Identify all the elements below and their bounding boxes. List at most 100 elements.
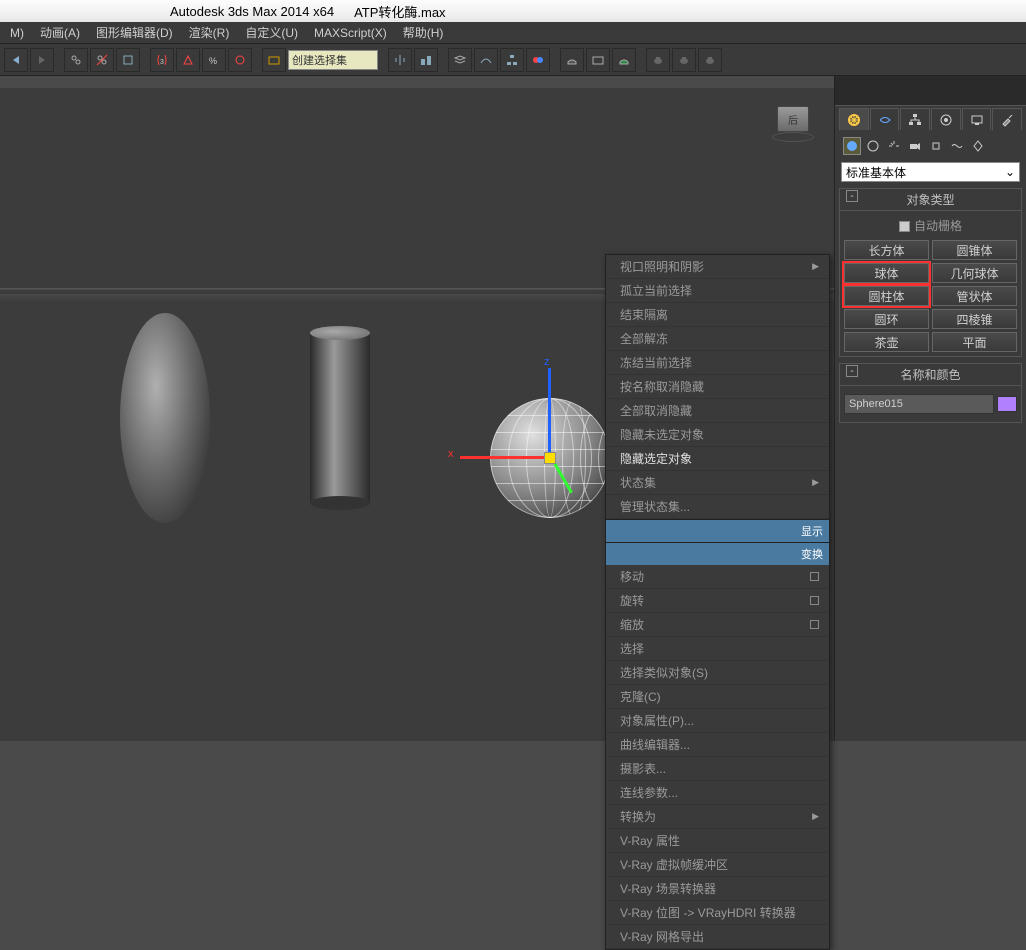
context-menu-item[interactable]: 选择 (606, 637, 829, 661)
context-menu-item[interactable]: 按名称取消隐藏 (606, 375, 829, 399)
primitive-button[interactable]: 平面 (932, 332, 1017, 352)
context-menu-item[interactable]: 视口照明和阴影▶ (606, 255, 829, 279)
context-menu-item[interactable]: 孤立当前选择 (606, 279, 829, 303)
render-setup-button[interactable] (560, 48, 584, 72)
context-menu-item[interactable]: V-Ray 场景转换器 (606, 877, 829, 901)
context-menu-item[interactable]: V-Ray 虚拟帧缓冲区 (606, 853, 829, 877)
context-menu-item[interactable]: 克隆(C) (606, 685, 829, 709)
menu-item[interactable]: M) (2, 26, 32, 40)
redo-button[interactable] (30, 48, 54, 72)
viewcube[interactable]: 后 (770, 100, 816, 146)
category-dropdown[interactable]: 标准基本体⌄ (841, 162, 1020, 182)
rollout-title[interactable]: - 名称和颜色 (840, 364, 1021, 386)
menu-item[interactable]: 自定义(U) (237, 24, 306, 41)
helpers-icon[interactable] (927, 137, 945, 155)
render-button[interactable] (612, 48, 636, 72)
primitive-button[interactable]: 管状体 (932, 286, 1017, 306)
primitive-button[interactable]: 几何球体 (932, 263, 1017, 283)
context-menu-item[interactable]: 曲线编辑器... (606, 733, 829, 757)
systems-icon[interactable] (969, 137, 987, 155)
autogrid-checkbox[interactable]: 自动栅格 (844, 215, 1017, 240)
cylinder-object[interactable] (310, 333, 370, 503)
spacewarps-icon[interactable] (948, 137, 966, 155)
context-menu-item[interactable]: 移动 (606, 565, 829, 589)
primitive-button[interactable]: 圆柱体 (844, 286, 929, 306)
spinner-snap-button[interactable] (228, 48, 252, 72)
curve-editor-button[interactable] (474, 48, 498, 72)
viewport[interactable]: 后 z x 视口照明和阴影▶孤立当前选择结束隔离全部解冻冻结当前选择按名称取消隐… (0, 88, 834, 741)
context-menu-item[interactable]: 全部取消隐藏 (606, 399, 829, 423)
context-menu-item[interactable]: 摄影表... (606, 757, 829, 781)
primitive-button[interactable]: 茶壶 (844, 332, 929, 352)
color-swatch[interactable] (997, 396, 1017, 412)
geometry-icon[interactable] (843, 137, 861, 155)
display-tab[interactable] (962, 108, 992, 130)
schematic-button[interactable] (500, 48, 524, 72)
menu-item[interactable]: MAXScript(X) (306, 26, 395, 40)
selection-set-combo[interactable]: 创建选择集 (288, 50, 378, 70)
context-menu-item[interactable]: 选择类似对象(S) (606, 661, 829, 685)
angle-snap-button[interactable] (176, 48, 200, 72)
command-panel: 标准基本体⌄ - 对象类型 自动栅格 长方体圆锥体球体几何球体圆柱体管状体圆环四… (834, 76, 1026, 741)
submenu-arrow-icon: ▶ (812, 261, 819, 272)
render-frame-button[interactable] (586, 48, 610, 72)
submenu-arrow-icon: ▶ (812, 477, 819, 488)
object-name-field[interactable]: Sphere015 (844, 394, 994, 414)
align-button[interactable] (414, 48, 438, 72)
context-menu-item[interactable]: 状态集▶ (606, 471, 829, 495)
modify-tab[interactable] (870, 108, 900, 130)
collapse-icon[interactable]: - (846, 365, 858, 377)
context-menu-item[interactable]: 隐藏未选定对象 (606, 423, 829, 447)
menu-item[interactable]: 帮助(H) (395, 24, 452, 41)
context-menu-item[interactable]: 全部解冻 (606, 327, 829, 351)
cameras-icon[interactable] (906, 137, 924, 155)
primitive-button[interactable]: 圆环 (844, 309, 929, 329)
context-menu-item[interactable]: 隐藏选定对象 (606, 447, 829, 471)
primitive-button[interactable]: 圆锥体 (932, 240, 1017, 260)
create-tab[interactable] (839, 108, 869, 130)
context-menu-header: 显示 (606, 519, 829, 542)
context-menu-item[interactable]: V-Ray 属性 (606, 829, 829, 853)
mirror-button[interactable] (388, 48, 412, 72)
menu-item[interactable]: 渲染(R) (181, 24, 238, 41)
percent-snap-button[interactable]: % (202, 48, 226, 72)
snap-button[interactable]: 3 (150, 48, 174, 72)
context-menu-item[interactable]: 冻结当前选择 (606, 351, 829, 375)
primitive-button[interactable]: 四棱锥 (932, 309, 1017, 329)
context-menu-item[interactable]: V-Ray 网格导出 (606, 925, 829, 949)
motion-tab[interactable] (931, 108, 961, 130)
hierarchy-tab[interactable] (900, 108, 930, 130)
context-menu-item[interactable]: 对象属性(P)... (606, 709, 829, 733)
bind-button[interactable] (116, 48, 140, 72)
context-menu-item[interactable]: V-Ray 位图 -> VRayHDRI 转换器 (606, 901, 829, 925)
menu-item[interactable]: 动画(A) (32, 24, 88, 41)
rollout-title[interactable]: - 对象类型 (840, 189, 1021, 211)
context-menu-item[interactable]: 旋转 (606, 589, 829, 613)
primitive-button[interactable]: 球体 (844, 263, 929, 283)
teapot-c-button[interactable] (698, 48, 722, 72)
viewcube-face[interactable]: 后 (777, 106, 809, 132)
teapot-b-button[interactable] (672, 48, 696, 72)
viewcube-ring[interactable] (772, 132, 814, 142)
teapot-a-button[interactable] (646, 48, 670, 72)
context-menu-item[interactable]: 缩放 (606, 613, 829, 637)
collapse-icon[interactable]: - (846, 190, 858, 202)
context-menu-item[interactable]: 管理状态集... (606, 495, 829, 519)
context-menu-item[interactable]: 转换为▶ (606, 805, 829, 829)
shapes-icon[interactable] (864, 137, 882, 155)
undo-button[interactable] (4, 48, 28, 72)
ellipsoid-object[interactable] (120, 313, 210, 523)
layer-button[interactable] (448, 48, 472, 72)
link-button[interactable] (64, 48, 88, 72)
sphere-object[interactable] (490, 398, 610, 518)
named-sets-button[interactable] (262, 48, 286, 72)
context-menu-item[interactable]: 结束隔离 (606, 303, 829, 327)
utilities-tab[interactable] (992, 108, 1022, 130)
main-toolbar: 3 % 创建选择集 (0, 44, 1026, 76)
material-button[interactable] (526, 48, 550, 72)
menu-item[interactable]: 图形编辑器(D) (88, 24, 181, 41)
unlink-button[interactable] (90, 48, 114, 72)
lights-icon[interactable] (885, 137, 903, 155)
context-menu-item[interactable]: 连线参数... (606, 781, 829, 805)
primitive-button[interactable]: 长方体 (844, 240, 929, 260)
